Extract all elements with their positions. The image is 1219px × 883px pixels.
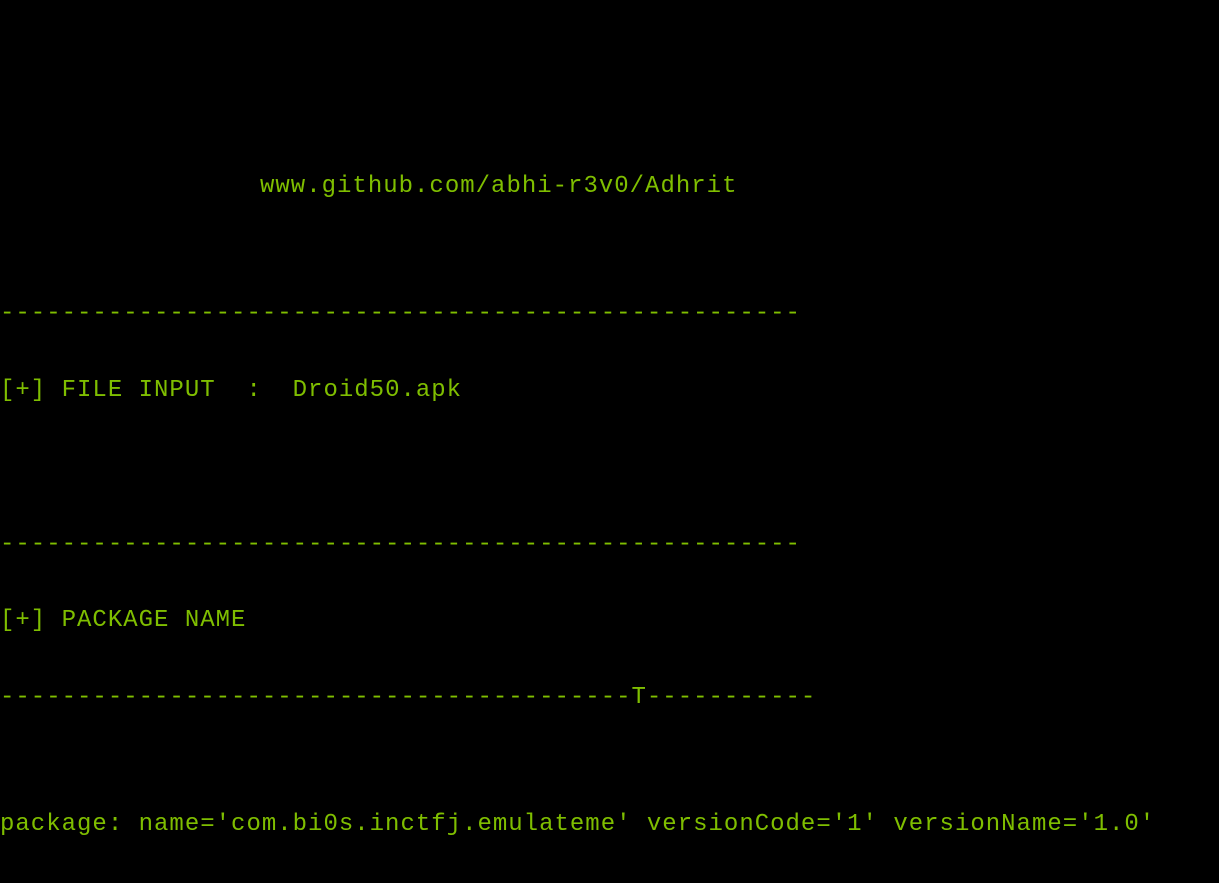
package-info-line: package: name='com.bi0s.inctfj.emulateme… <box>0 806 1219 844</box>
divider-line-3: ----------------------------------------… <box>0 679 1219 717</box>
repo-url: www.github.com/abhi-r3v0/Adhrit <box>0 168 1219 206</box>
package-name-label: [+] PACKAGE NAME <box>0 602 1219 640</box>
divider-line-1: ----------------------------------------… <box>0 295 1219 333</box>
file-input-value: Droid50.apk <box>293 377 462 404</box>
file-input-line: [+] FILE INPUT : Droid50.apk <box>0 372 1219 410</box>
divider-line-2: ----------------------------------------… <box>0 526 1219 564</box>
terminal-output: www.github.com/abhi-r3v0/Adhrit --------… <box>0 0 1219 883</box>
file-input-label: [+] FILE INPUT : <box>0 377 293 404</box>
